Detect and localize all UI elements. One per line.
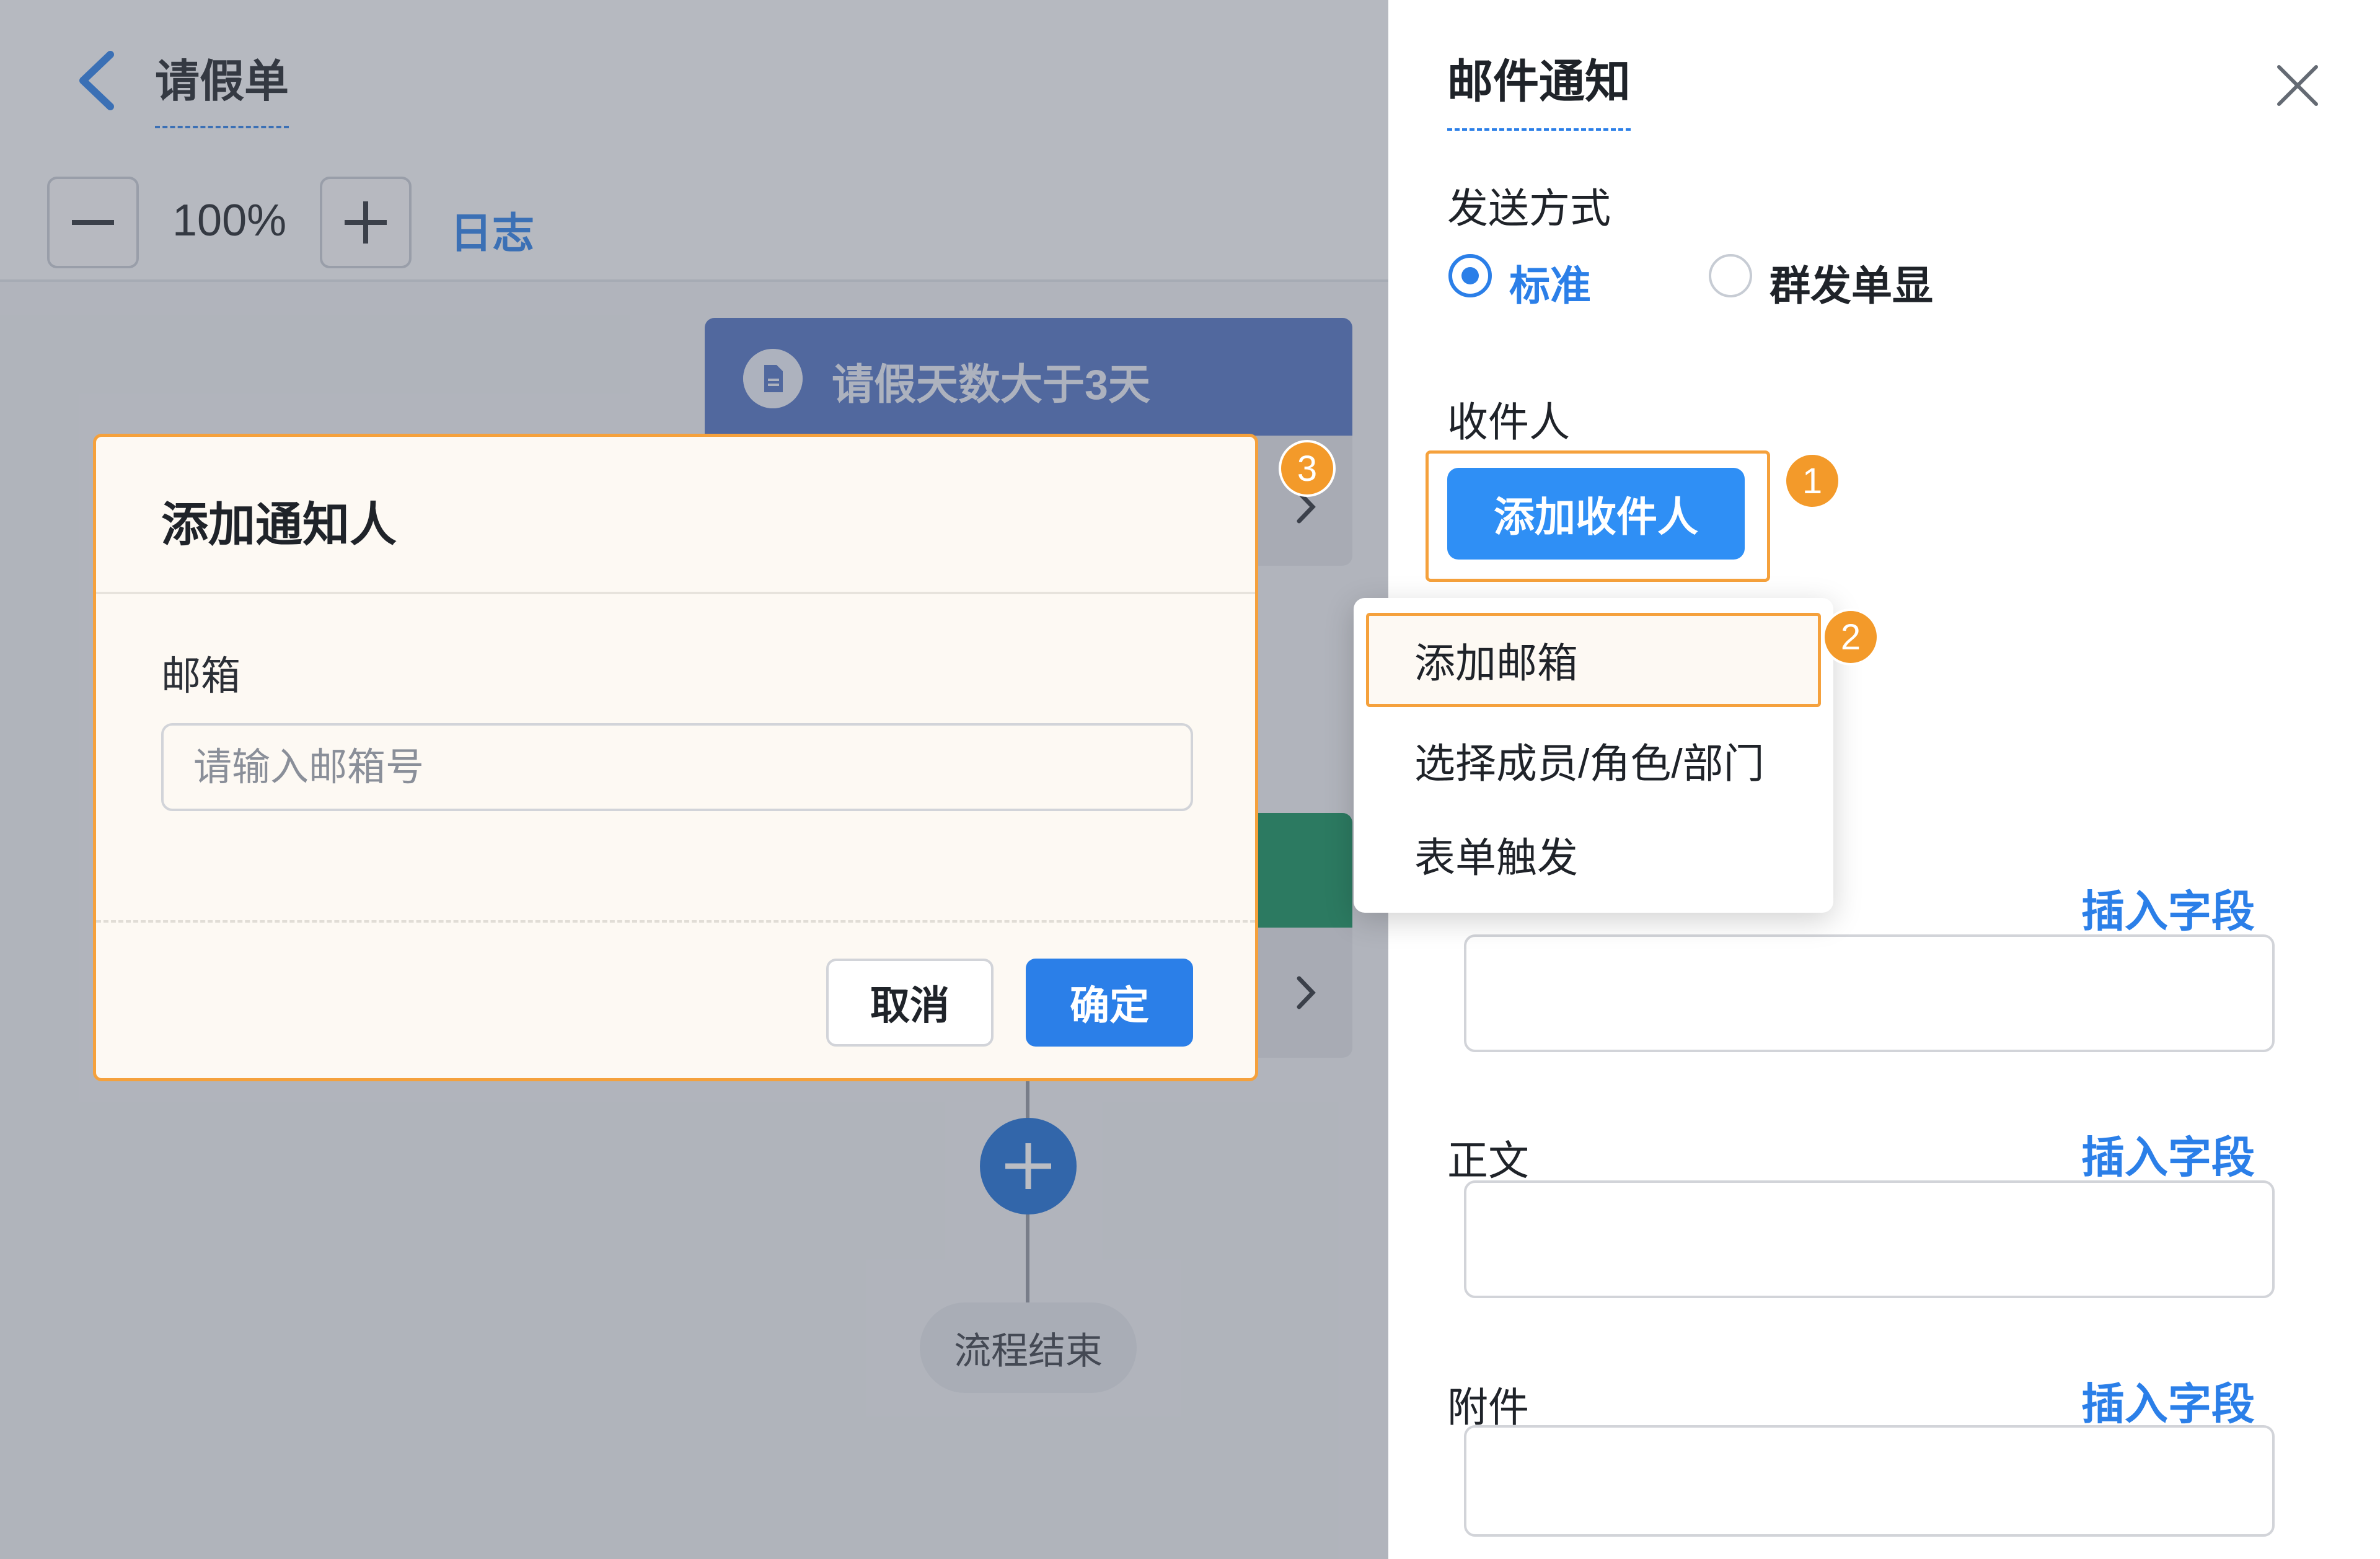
close-icon[interactable] bbox=[2272, 59, 2324, 112]
step-badge-3: 3 bbox=[1279, 440, 1336, 497]
email-input[interactable] bbox=[161, 723, 1193, 811]
radio-standard-label[interactable]: 标准 bbox=[1509, 253, 1591, 312]
subject-field[interactable] bbox=[1464, 934, 2275, 1052]
divider bbox=[96, 592, 1255, 594]
send-mode-label: 发送方式 bbox=[1447, 185, 1611, 231]
step-badge-1: 1 bbox=[1784, 452, 1841, 509]
radio-bulk-single-label[interactable]: 群发单显 bbox=[1770, 253, 1933, 312]
insert-field-link[interactable]: 插入字段 bbox=[2081, 1123, 2255, 1185]
menu-item-add-email[interactable]: 添加邮箱 bbox=[1366, 613, 1821, 707]
menu-item-select-members[interactable]: 选择成员/角色/部门 bbox=[1366, 713, 1821, 807]
add-notifier-dialog: 添加通知人 邮箱 取消 确定 bbox=[93, 434, 1258, 1081]
radio-standard[interactable] bbox=[1448, 254, 1492, 297]
recipient-label: 收件人 bbox=[1447, 399, 1570, 445]
menu-item-form-trigger[interactable]: 表单触发 bbox=[1366, 807, 1821, 902]
confirm-button[interactable]: 确定 bbox=[1026, 959, 1193, 1047]
email-label: 邮箱 bbox=[161, 654, 240, 698]
radio-bulk-single[interactable] bbox=[1709, 254, 1752, 297]
divider bbox=[96, 920, 1255, 923]
attachment-field[interactable] bbox=[1464, 1425, 2275, 1537]
add-recipient-menu: 添加邮箱 选择成员/角色/部门 表单触发 bbox=[1354, 598, 1833, 913]
panel-title: 邮件通知 bbox=[1447, 45, 1631, 131]
body-label: 正文 bbox=[1447, 1138, 1529, 1184]
cancel-button[interactable]: 取消 bbox=[826, 959, 994, 1047]
step-badge-2: 2 bbox=[1822, 608, 1879, 665]
insert-field-link[interactable]: 插入字段 bbox=[2081, 877, 2255, 939]
insert-field-link[interactable]: 插入字段 bbox=[2081, 1369, 2255, 1432]
dialog-title: 添加通知人 bbox=[161, 499, 397, 551]
body-field[interactable] bbox=[1464, 1180, 2275, 1298]
add-recipient-button[interactable]: 添加收件人 bbox=[1447, 468, 1745, 560]
